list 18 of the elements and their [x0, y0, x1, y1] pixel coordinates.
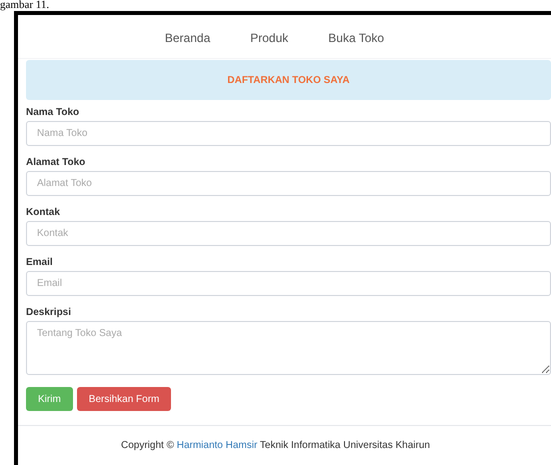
nav-link[interactable]: Produk	[250, 29, 288, 45]
input-field[interactable]: Kontak	[26, 221, 551, 246]
field-label: Nama Toko	[26, 107, 80, 119]
field-label: Alamat Toko	[26, 157, 86, 169]
nav-link[interactable]: Beranda	[164, 29, 210, 45]
input-field[interactable]: Email	[26, 271, 551, 296]
nav-link[interactable]: Buka Toko	[328, 29, 384, 45]
panel-title: DAFTARKAN TOKO SAYA	[227, 74, 350, 88]
field-label: Email	[26, 257, 53, 269]
input-field[interactable]: Nama Toko	[26, 121, 551, 146]
author-link[interactable]: Harmianto Hamsir	[176, 440, 258, 451]
text-area[interactable]: Tentang Toko Saya	[26, 321, 551, 375]
field-label: Deskripsi	[26, 307, 72, 319]
reset-button[interactable]: Bersihkan Form	[76, 387, 172, 411]
copyright-text: Copyright © Harmianto Hamsir Teknik Informatika Universitas Khairun	[121, 439, 430, 453]
input-field[interactable]: Alamat Toko	[26, 171, 551, 196]
caption-text: gambar 11.	[0, 0, 50, 11]
field-label: Kontak	[26, 207, 60, 219]
